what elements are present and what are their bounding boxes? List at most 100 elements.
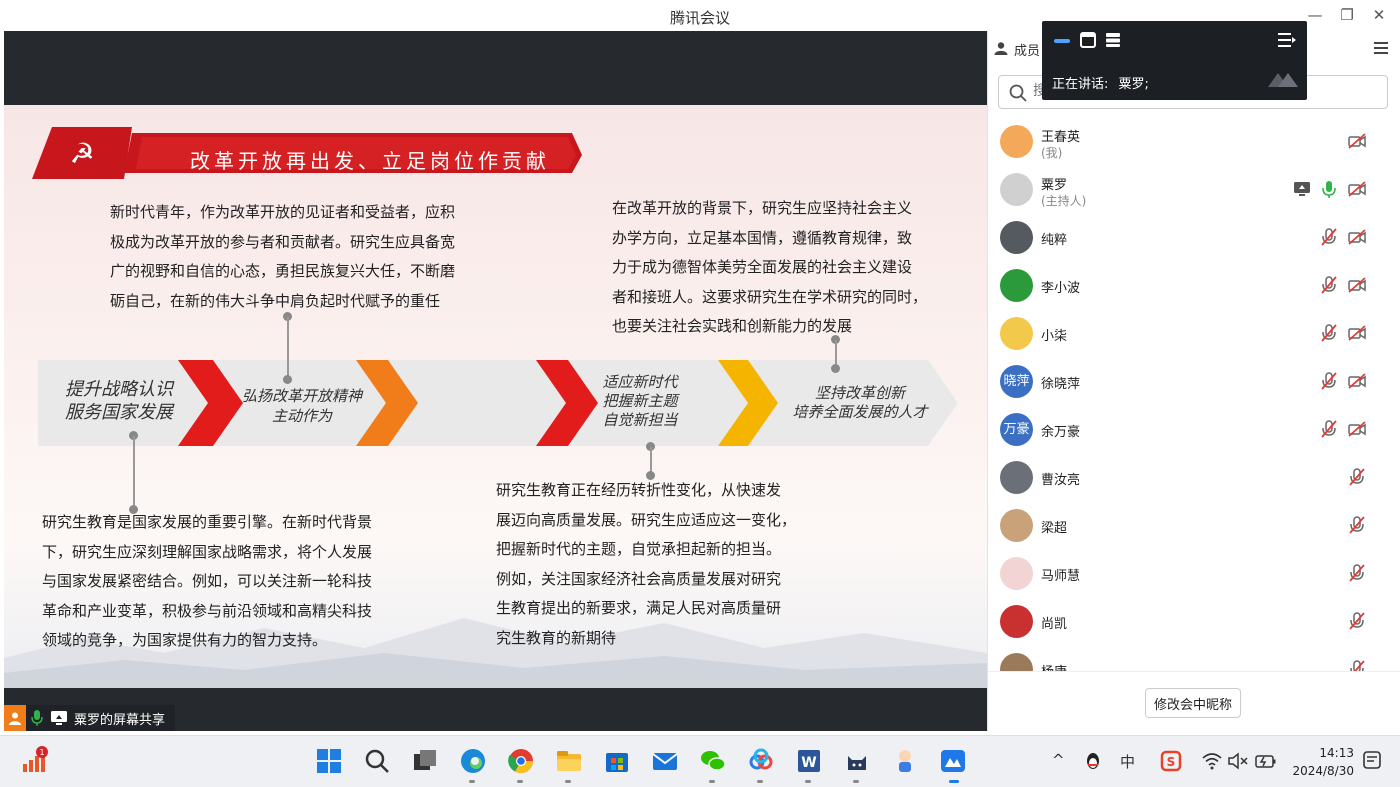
avatar <box>1000 221 1033 254</box>
mic-muted-icon[interactable] <box>1347 563 1367 583</box>
windows-start-icon[interactable] <box>314 746 344 776</box>
members-icon <box>994 42 1008 55</box>
mic-muted-icon[interactable] <box>1319 371 1339 391</box>
camera-off-icon[interactable] <box>1347 227 1367 247</box>
screen-share-label: 粟罗的屏幕共享 <box>4 705 176 731</box>
collapse-panel-icon[interactable] <box>1278 32 1296 48</box>
signal-app-icon[interactable]: 1 <box>20 746 50 776</box>
close-button[interactable]: ✕ <box>1365 4 1393 26</box>
member-row[interactable]: 尚凯 <box>988 597 1398 645</box>
tray-expand-icon[interactable]: ^ <box>1052 751 1065 769</box>
stage-line: 主动作为 <box>271 407 332 425</box>
mic-muted-icon[interactable] <box>1347 467 1367 487</box>
minimize-overlay-icon[interactable] <box>1054 39 1070 43</box>
taskbar-clock[interactable]: 14:13 2024/8/30 <box>1288 744 1354 780</box>
text-line: 也要关注社会实践和创新能力的发展 <box>612 317 853 335</box>
maximize-button[interactable]: ❐ <box>1333 4 1361 26</box>
tencent-meeting-icon[interactable] <box>938 746 968 776</box>
member-row[interactable]: 王春英 (我) <box>988 117 1398 165</box>
text-line: 极成为改革开放的参与者和贡献者。研究生应具备宽 <box>110 232 456 251</box>
file-explorer-icon[interactable] <box>554 746 584 776</box>
camera-off-icon[interactable] <box>1347 131 1367 151</box>
text-line: 展迈向高质量发展。研究生应适应这一变化， <box>496 510 797 529</box>
member-row[interactable]: 李小波 <box>988 261 1398 309</box>
mic-muted-icon[interactable] <box>1319 227 1339 247</box>
text-line: 在改革开放的背景下，研究生应坚持社会主义 <box>612 199 913 217</box>
mic-muted-icon[interactable] <box>1347 515 1367 535</box>
tencent-meeting-logo <box>1268 73 1298 87</box>
store-icon[interactable] <box>602 746 632 776</box>
text-line: 把握新时代的主题，自觉承担起新的担当。 <box>496 540 782 558</box>
mic-on-icon[interactable] <box>1319 179 1339 199</box>
running-indicator <box>565 780 571 783</box>
text-line: 例如，关注国家经济社会高质量发展对研究 <box>496 569 782 588</box>
mic-muted-icon[interactable] <box>1319 419 1339 439</box>
running-indicator <box>757 780 763 783</box>
battery-charging-icon[interactable] <box>1255 752 1277 770</box>
member-name: 余万豪 <box>1041 425 1081 440</box>
sogou-input-icon[interactable]: S <box>1160 750 1182 772</box>
member-row[interactable]: 万豪 余万豪 <box>988 405 1398 453</box>
text-line: 砺自己，在新的伟大斗争中肩负起时代赋予的重任 <box>110 291 441 310</box>
avatar <box>1000 605 1033 638</box>
member-row[interactable]: 晓萍 徐晓萍 <box>988 357 1398 405</box>
speaking-label: 正在讲话: <box>1052 77 1109 92</box>
paragraph-bottom-mid: 研究生教育正在经历转折性变化，从快速发 展迈向高质量发展。研究生应适应这一变化，… <box>496 476 836 653</box>
search-icon[interactable] <box>362 746 392 776</box>
member-name: 李小波 <box>1041 281 1081 296</box>
task-view-icon[interactable] <box>410 746 440 776</box>
avatar: 万豪 <box>1000 413 1033 446</box>
input-method-indicator[interactable]: 中 <box>1120 751 1135 772</box>
camera-off-icon[interactable] <box>1347 275 1367 295</box>
qq-tray-icon[interactable] <box>1083 751 1103 771</box>
baidu-netdisk-icon[interactable] <box>746 746 776 776</box>
wechat-icon[interactable] <box>698 746 728 776</box>
camera-off-icon[interactable] <box>1347 323 1367 343</box>
stage-4-label: 坚持改革创新 培养全面发展的人才 <box>780 384 940 422</box>
stage-line: 服务国家发展 <box>65 402 173 423</box>
avatar <box>1000 317 1033 350</box>
svg-text:☭: ☭ <box>69 137 94 170</box>
member-row[interactable]: 纯粹 <box>988 213 1398 261</box>
chrome-browser-icon[interactable] <box>506 746 536 776</box>
camera-off-icon[interactable] <box>1347 419 1367 439</box>
svg-text:1: 1 <box>39 748 44 757</box>
assistant-icon[interactable] <box>890 746 920 776</box>
mic-muted-icon[interactable] <box>1347 611 1367 631</box>
svg-text:S: S <box>1167 755 1176 769</box>
wifi-icon[interactable] <box>1202 752 1222 770</box>
taskbar: 1 W ^ 中 S 14:13 2024/8/30 <box>0 735 1400 787</box>
avatar <box>1000 173 1033 206</box>
avatar <box>1000 125 1033 158</box>
stage-line: 自觉新担当 <box>602 411 678 429</box>
member-row[interactable]: 粟罗 (主持人) <box>988 165 1398 213</box>
mic-muted-icon[interactable] <box>1319 323 1339 343</box>
notification-icon[interactable] <box>1362 750 1382 770</box>
camera-off-icon[interactable] <box>1347 371 1367 391</box>
avatar <box>1000 509 1033 542</box>
cat-app-icon[interactable] <box>842 746 872 776</box>
menu-icon[interactable] <box>1374 41 1388 55</box>
text-line: 领域的竞争，为国家提供有力的智力支持。 <box>42 631 328 649</box>
window-mode-icon[interactable] <box>1080 32 1096 48</box>
member-row[interactable]: 马师慧 <box>988 549 1398 597</box>
camera-off-icon[interactable] <box>1347 179 1367 199</box>
mic-muted-icon[interactable] <box>1319 275 1339 295</box>
members-tab-label[interactable]: 成员 <box>1014 40 1040 59</box>
mail-icon[interactable] <box>650 746 680 776</box>
screen-share-icon <box>1292 179 1312 199</box>
text-line: 办学方向，立足基本国情，遵循教育规律，致 <box>612 228 913 247</box>
list-mode-icon[interactable] <box>1105 32 1121 48</box>
word-icon[interactable]: W <box>794 746 824 776</box>
member-row[interactable]: 小柒 <box>988 309 1398 357</box>
member-name: 纯粹 <box>1041 233 1068 248</box>
rename-nickname-button[interactable]: 修改会中昵称 <box>1145 688 1241 718</box>
volume-muted-icon[interactable] <box>1228 752 1248 770</box>
text-line: 研究生教育正在经历转折性变化，从快速发 <box>496 481 782 499</box>
member-row[interactable]: 曹汝亮 <box>988 453 1398 501</box>
edge-browser-icon[interactable] <box>458 746 488 776</box>
speaking-indicator: 正在讲话: 粟罗; <box>1052 73 1149 92</box>
avatar: 晓萍 <box>1000 365 1033 398</box>
text-line: 革命和产业变革，积极参与前沿领域和高精尖科技 <box>42 601 373 620</box>
member-row[interactable]: 梁超 <box>988 501 1398 549</box>
